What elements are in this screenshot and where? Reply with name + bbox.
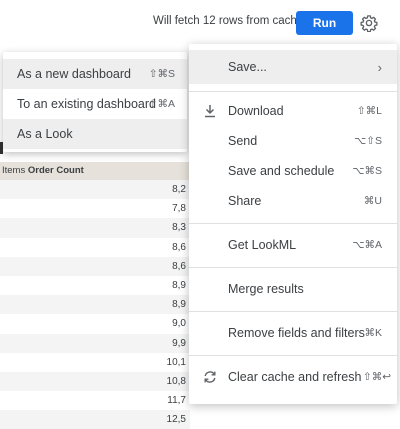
submenu-item-as-look[interactable]: As a Look — [3, 119, 187, 149]
gear-menu: Save... › Download ⇧⌘L Send ⌥⇧S Save and… — [189, 44, 397, 404]
chevron-right-icon: › — [377, 59, 382, 75]
shortcut-label: ⌘K — [364, 327, 382, 339]
cache-status-text: Will fetch 12 rows from cache — [153, 15, 304, 27]
table-row: 11,7 — [167, 395, 186, 407]
submenu-item-label: As a Look — [17, 127, 73, 141]
menu-item-remove-fields[interactable]: Remove fields and filters ⌘K — [189, 318, 397, 348]
shortcut-label: ⌥⌘S — [352, 165, 382, 177]
table-row: 8,3 — [0, 218, 190, 238]
menu-item-label: Send — [228, 134, 258, 148]
table-row: 12,5 — [0, 410, 190, 429]
submenu-item-label: To an existing dashboard — [17, 97, 156, 111]
menu-item-share[interactable]: Share ⌘U — [189, 186, 397, 216]
menu-item-label: Remove fields and filters — [228, 326, 365, 340]
menu-item-send[interactable]: Send ⌥⇧S — [189, 126, 397, 156]
menu-item-label: Save and schedule — [228, 164, 335, 178]
results-table: Items Order Count 8,2 7,8 8,3 8,6 8,6 8,… — [0, 160, 190, 429]
table-row: 9,0 — [172, 318, 186, 330]
menu-divider — [189, 91, 397, 92]
menu-item-label: Download — [228, 104, 284, 118]
menu-item-save[interactable]: Save... › — [189, 50, 397, 84]
table-rows: 8,2 7,8 8,3 8,6 8,6 8,9 8,9 9,0 9,9 10,1… — [0, 180, 190, 429]
toolbar: Will fetch 12 rows from cache Run — [0, 0, 400, 45]
menu-item-save-and-schedule[interactable]: Save and schedule ⌥⌘S — [189, 156, 397, 186]
shortcut-label: ⇧⌘↩ — [362, 371, 391, 383]
table-row: 8,2 — [0, 180, 190, 200]
menu-item-label: Merge results — [228, 282, 304, 296]
menu-item-label: Save... — [228, 60, 267, 74]
menu-divider — [189, 223, 397, 224]
submenu-item-new-dashboard[interactable]: As a new dashboard ⇧⌘S — [3, 59, 187, 89]
submenu-item-existing-dashboard[interactable]: To an existing dashboard ⇧⌘A — [3, 89, 187, 119]
menu-item-clear-cache[interactable]: Clear cache and refresh ⇧⌘↩ — [189, 362, 397, 392]
column-header-prefix: Items — [2, 165, 26, 176]
menu-divider — [189, 355, 397, 356]
table-row: 8,9 — [172, 280, 186, 292]
save-submenu: As a new dashboard ⇧⌘S To an existing da… — [3, 52, 187, 152]
table-row: 9,9 — [0, 333, 190, 353]
menu-divider — [189, 311, 397, 312]
shortcut-label: ⌥⇧S — [354, 135, 382, 147]
gear-icon[interactable] — [360, 14, 378, 32]
run-button[interactable]: Run — [296, 11, 353, 35]
column-header-order-count[interactable]: Items Order Count — [0, 162, 190, 180]
table-row: 7,8 — [172, 203, 186, 215]
menu-item-label: Get LookML — [228, 238, 297, 252]
menu-item-merge-results[interactable]: Merge results — [189, 274, 397, 304]
table-row: 8,6 — [0, 256, 190, 276]
table-row: 10,1 — [166, 356, 186, 368]
menu-item-get-lookml[interactable]: Get LookML ⌥⌘A — [189, 230, 397, 260]
refresh-icon — [204, 371, 216, 383]
table-row: 10,8 — [0, 371, 190, 392]
table-row: 8,9 — [0, 295, 190, 315]
menu-item-label: Clear cache and refresh — [228, 370, 362, 384]
download-icon — [205, 105, 215, 118]
shortcut-label: ⇧⌘L — [356, 105, 382, 117]
shortcut-label: ⌘U — [363, 195, 382, 207]
menu-item-label: Share — [228, 194, 262, 208]
column-header-label: Order Count — [27, 165, 84, 176]
shortcut-label: ⌥⌘A — [352, 239, 382, 251]
shortcut-label: ⇧⌘S — [148, 68, 175, 80]
menu-item-download[interactable]: Download ⇧⌘L — [189, 96, 397, 126]
shortcut-label: ⇧⌘A — [148, 98, 175, 110]
menu-divider — [189, 267, 397, 268]
table-row: 8,6 — [172, 241, 186, 253]
submenu-item-label: As a new dashboard — [17, 67, 131, 81]
